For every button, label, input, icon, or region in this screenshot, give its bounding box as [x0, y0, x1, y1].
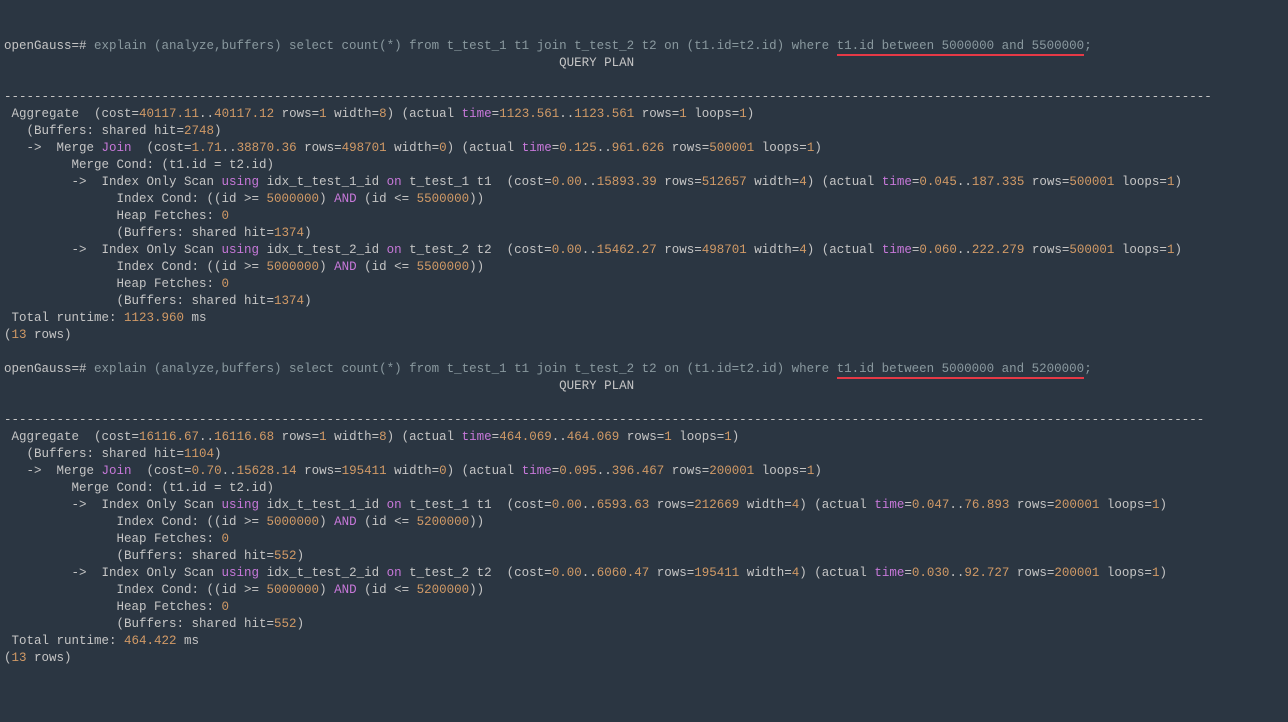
plan-buffers-2: (Buffers: shared hit=1104)	[4, 447, 222, 461]
plan-buffers-1: (Buffers: shared hit=2748)	[4, 124, 222, 138]
plan-aggregate-2: Aggregate (cost=16116.67..16116.68 rows=…	[4, 430, 739, 444]
plan-ios1-heap-1: Heap Fetches: 0	[4, 209, 229, 223]
plan-merge-join-1: -> Merge Join (cost=1.71..38870.36 rows=…	[4, 141, 822, 155]
prompt-1: openGauss=# explain (analyze,buffers) se…	[4, 39, 1092, 56]
plan-ios1-1: -> Index Only Scan using idx_t_test_1_id…	[4, 175, 1182, 189]
plan-ios1-cond-2: Index Cond: ((id >= 5000000) AND (id <= …	[4, 515, 484, 529]
plan-ios2-buf-1: (Buffers: shared hit=1374)	[4, 294, 312, 308]
plan-rowcount-1: (13 rows)	[4, 328, 72, 342]
prompt-2: openGauss=# explain (analyze,buffers) se…	[4, 362, 1092, 379]
query-plan-header-2: QUERY PLAN	[4, 379, 634, 393]
plan-ios2-heap-1: Heap Fetches: 0	[4, 277, 229, 291]
plan-ios2-2: -> Index Only Scan using idx_t_test_2_id…	[4, 566, 1167, 580]
plan-merge-cond-1: Merge Cond: (t1.id = t2.id)	[4, 158, 274, 172]
plan-ios2-cond-1: Index Cond: ((id >= 5000000) AND (id <= …	[4, 260, 484, 274]
plan-merge-join-2: -> Merge Join (cost=0.70..15628.14 rows=…	[4, 464, 822, 478]
dash-line-2: ----------------------------------------…	[4, 413, 1204, 427]
dash-line-1: ----------------------------------------…	[4, 90, 1212, 104]
plan-ios1-heap-2: Heap Fetches: 0	[4, 532, 229, 546]
plan-runtime-1: Total runtime: 1123.960 ms	[4, 311, 207, 325]
plan-rowcount-2: (13 rows)	[4, 651, 72, 665]
plan-ios1-cond-1: Index Cond: ((id >= 5000000) AND (id <= …	[4, 192, 484, 206]
plan-aggregate-1: Aggregate (cost=40117.11..40117.12 rows=…	[4, 107, 754, 121]
plan-ios2-heap-2: Heap Fetches: 0	[4, 600, 229, 614]
plan-ios2-buf-2: (Buffers: shared hit=552)	[4, 617, 304, 631]
plan-ios2-1: -> Index Only Scan using idx_t_test_2_id…	[4, 243, 1182, 257]
plan-ios1-2: -> Index Only Scan using idx_t_test_1_id…	[4, 498, 1167, 512]
plan-ios1-buf-2: (Buffers: shared hit=552)	[4, 549, 304, 563]
plan-ios1-buf-1: (Buffers: shared hit=1374)	[4, 226, 312, 240]
plan-ios2-cond-2: Index Cond: ((id >= 5000000) AND (id <= …	[4, 583, 484, 597]
query-plan-header-1: QUERY PLAN	[4, 56, 634, 70]
where-clause-1: t1.id between 5000000 and 5500000	[837, 39, 1085, 56]
where-clause-2: t1.id between 5000000 and 5200000	[837, 362, 1085, 379]
terminal-output: openGauss=# explain (analyze,buffers) se…	[4, 38, 1284, 667]
plan-runtime-2: Total runtime: 464.422 ms	[4, 634, 199, 648]
plan-merge-cond-2: Merge Cond: (t1.id = t2.id)	[4, 481, 274, 495]
